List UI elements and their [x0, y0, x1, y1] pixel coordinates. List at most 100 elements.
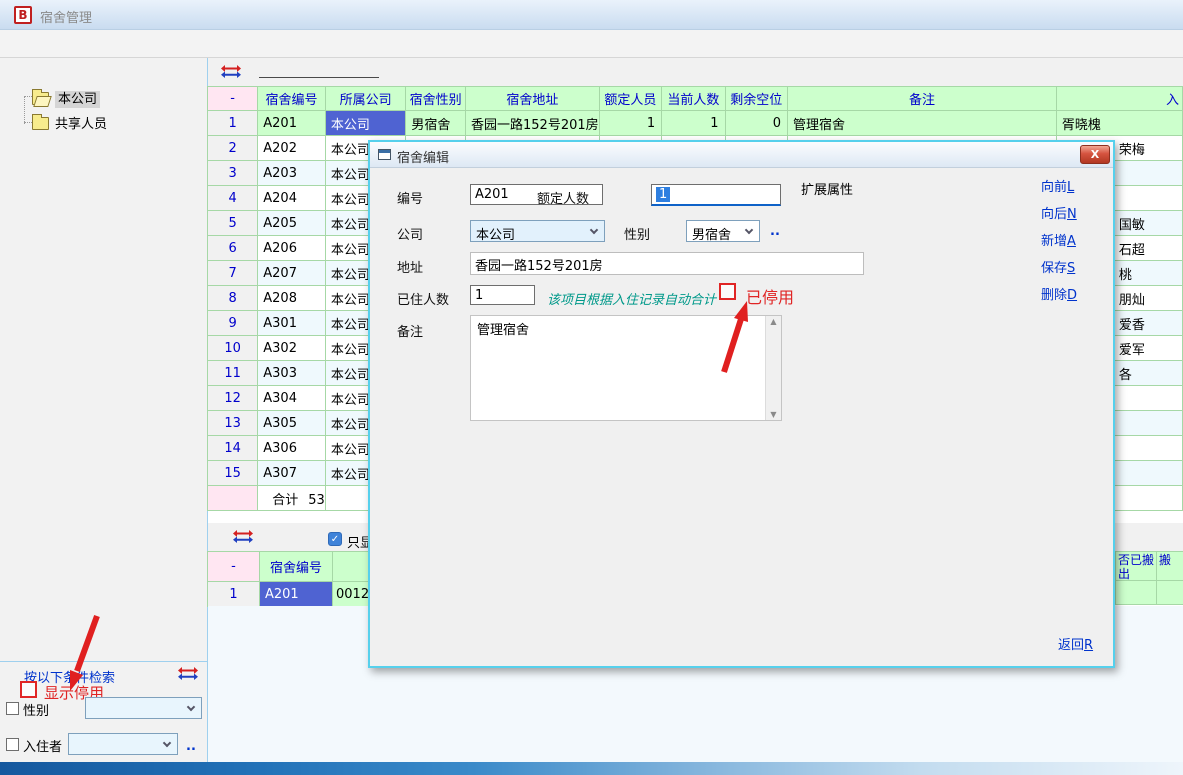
cell-row-num[interactable]: 2	[208, 136, 258, 161]
cell-room-code[interactable]: A203	[258, 161, 326, 186]
cell-move-date[interactable]	[1156, 580, 1183, 605]
table-header-row: - 宿舍编号 所属公司 宿舍性别 宿舍地址 额定人员 当前人数 剩余空位 备注 …	[208, 87, 1183, 111]
cell-company[interactable]: 本公司	[325, 111, 406, 136]
header-row-num[interactable]: -	[208, 87, 258, 111]
resident-filter-select[interactable]	[68, 733, 178, 755]
cell-room-code[interactable]: A307	[258, 461, 326, 486]
cell-row-num[interactable]: 5	[208, 211, 258, 236]
dialog-window-icon	[378, 149, 391, 160]
header-note[interactable]: 备注	[788, 87, 1057, 111]
cell-row-num[interactable]: 7	[208, 261, 258, 286]
cell-address[interactable]: 香园一路152号201房	[466, 111, 600, 136]
cell-row-num[interactable]: 1	[208, 582, 260, 607]
cell-row-num[interactable]: 3	[208, 161, 258, 186]
header-move-date[interactable]: 搬	[1156, 551, 1183, 581]
nav-link-button[interactable]: 向前L	[1041, 176, 1077, 203]
cell-total: 合计53	[258, 486, 326, 511]
button-label: 保存	[1041, 261, 1067, 276]
address-label: 地址	[397, 257, 423, 276]
back-button[interactable]: 返回R	[1058, 634, 1093, 653]
mnemonic: D	[1067, 288, 1077, 303]
header-current[interactable]: 当前人数	[662, 87, 725, 111]
cell-room-code[interactable]: A304	[258, 386, 326, 411]
gender-filter-checkbox[interactable]	[6, 702, 19, 715]
cell-room-code[interactable]: A205	[258, 211, 326, 236]
nav-link-button[interactable]: 新增A	[1041, 230, 1077, 257]
scroll-down-icon[interactable]: ▼	[766, 410, 781, 419]
button-label: 返回	[1058, 638, 1084, 653]
cell-row-num[interactable]: 11	[208, 361, 258, 386]
cell-row-num[interactable]: 4	[208, 186, 258, 211]
cell-room-code[interactable]: A201	[258, 111, 326, 136]
cell-row-num[interactable]: 9	[208, 311, 258, 336]
header-row-num[interactable]: -	[208, 552, 260, 582]
note-textarea[interactable]: 管理宿舍 ▲▼	[470, 315, 782, 421]
cell-row-num[interactable]: 6	[208, 236, 258, 261]
swap-columns-icon[interactable]	[221, 65, 241, 78]
cell-room-code[interactable]: A206	[258, 236, 326, 261]
cell-row-num[interactable]: 15	[208, 461, 258, 486]
resident-lookup-button[interactable]: ..	[186, 739, 196, 754]
cell-room-code[interactable]: A208	[258, 286, 326, 311]
nav-link-button[interactable]: 删除D	[1041, 284, 1077, 311]
table-row[interactable]: 1 A201 本公司 男宿舍 香园一路152号201房 1 1 0 管理宿舍 胥…	[208, 111, 1183, 136]
cell-room-code[interactable]: A306	[258, 436, 326, 461]
gender-filter-select[interactable]	[85, 697, 202, 719]
show-disabled-checkbox[interactable]	[20, 681, 37, 698]
cell-moved-out[interactable]	[1115, 580, 1157, 605]
swap-columns-icon[interactable]	[178, 667, 198, 680]
resident-filter-checkbox[interactable]	[6, 738, 19, 751]
header-residents[interactable]: 入	[1056, 87, 1182, 111]
cell-row-num[interactable]: 8	[208, 286, 258, 311]
header-room-code[interactable]: 宿舍编号	[258, 87, 326, 111]
cell-room-code[interactable]: A202	[258, 136, 326, 161]
gender-select[interactable]: 男宿舍	[686, 220, 760, 242]
dialog-titlebar[interactable]: 宿舍编辑 X	[370, 142, 1113, 168]
header-free[interactable]: 剩余空位	[725, 87, 787, 111]
quota-input[interactable]: 1	[651, 184, 781, 206]
cell-row-num[interactable]: 14	[208, 436, 258, 461]
address-input[interactable]: 香园一路152号201房	[470, 252, 864, 275]
cell-gender[interactable]: 男宿舍	[406, 111, 466, 136]
header-room-code[interactable]: 宿舍编号	[260, 552, 333, 582]
gender-filter-label: 性别	[23, 700, 49, 719]
swap-columns-icon[interactable]	[233, 530, 253, 543]
app-logo-icon: B	[14, 6, 32, 24]
tree-item-company[interactable]: 本公司	[32, 88, 100, 106]
cell-row-num[interactable]: 1	[208, 111, 258, 136]
nav-link-button[interactable]: 保存S	[1041, 257, 1077, 284]
nav-link-button[interactable]: 向后N	[1041, 203, 1077, 230]
cell-free[interactable]: 0	[725, 111, 787, 136]
header-address[interactable]: 宿舍地址	[466, 87, 600, 111]
close-button[interactable]: X	[1080, 145, 1110, 164]
scrollbar[interactable]: ▲▼	[765, 316, 781, 420]
tree-item-shared-staff[interactable]: 共享人员	[32, 113, 107, 131]
header-company[interactable]: 所属公司	[325, 87, 406, 111]
header-moved-out[interactable]: 否已搬出	[1115, 551, 1157, 581]
cell-room-code[interactable]: A302	[258, 336, 326, 361]
cell-room-code[interactable]: A301	[258, 311, 326, 336]
cell-row-num[interactable]: 13	[208, 411, 258, 436]
gender-lookup-button[interactable]: ..	[770, 224, 780, 239]
cell-resident[interactable]: 胥晓槐	[1056, 111, 1182, 136]
cell-row-num[interactable]: 10	[208, 336, 258, 361]
cell-room-code[interactable]: A207	[258, 261, 326, 286]
header-quota[interactable]: 额定人员	[599, 87, 661, 111]
cell-note[interactable]: 管理宿舍	[788, 111, 1057, 136]
disabled-checkbox[interactable]	[719, 283, 736, 300]
cell-room-code[interactable]: A204	[258, 186, 326, 211]
cell-quota[interactable]: 1	[599, 111, 661, 136]
cell-row-num[interactable]: 12	[208, 386, 258, 411]
scroll-up-icon[interactable]: ▲	[766, 317, 781, 326]
cell-room-code[interactable]: A303	[258, 361, 326, 386]
main-toolbar: 新增A 修改E 删除D 打印P 刷新F 功能O 宿舍费用 报表	[0, 30, 1183, 58]
company-select[interactable]: 本公司	[470, 220, 605, 242]
cell-current[interactable]: 1	[662, 111, 725, 136]
cell-room-code[interactable]: A201	[260, 582, 333, 607]
occupied-input[interactable]: 1	[470, 285, 535, 305]
header-gender[interactable]: 宿舍性别	[406, 87, 466, 111]
extended-attrs-label: 扩展属性	[801, 179, 853, 198]
only-show-checkbox[interactable]	[328, 532, 342, 546]
cell-room-code[interactable]: A305	[258, 411, 326, 436]
mnemonic: L	[1067, 180, 1074, 195]
